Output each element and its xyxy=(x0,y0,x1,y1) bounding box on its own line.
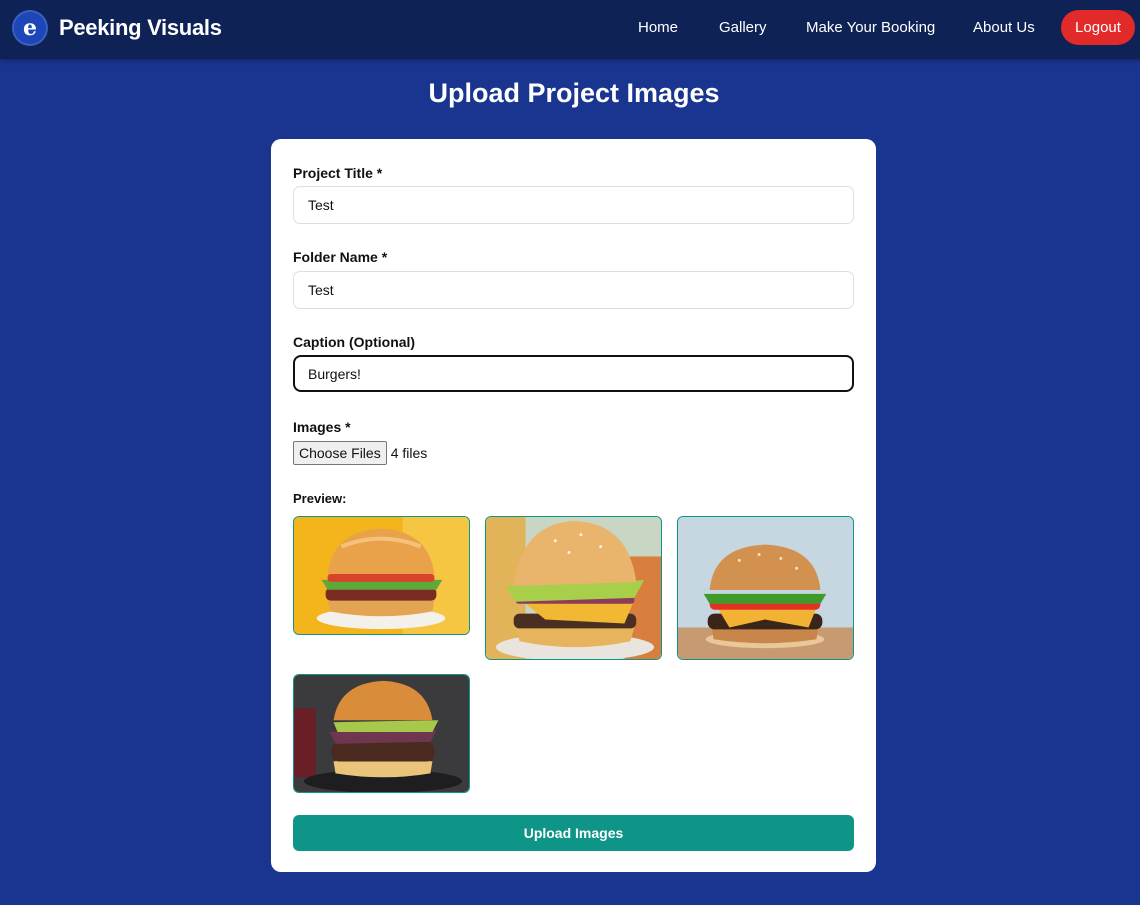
preview-image-4 xyxy=(293,674,470,793)
upload-images-button[interactable]: Upload Images xyxy=(293,815,854,851)
project-title-input[interactable] xyxy=(293,186,854,224)
folder-name-input[interactable] xyxy=(293,271,854,309)
svg-text:e: e xyxy=(23,15,37,41)
brand[interactable]: e Peeking Visuals xyxy=(12,10,222,46)
caption-input[interactable] xyxy=(293,355,854,392)
logout-button[interactable]: Logout xyxy=(1061,10,1135,45)
folder-name-label: Folder Name * xyxy=(293,249,388,265)
nav-about-link[interactable]: About Us xyxy=(973,19,1035,36)
preview-label: Preview: xyxy=(293,491,347,506)
preview-image-3 xyxy=(677,516,854,660)
brand-name: Peeking Visuals xyxy=(59,15,222,40)
file-picker: Choose Files 4 files xyxy=(293,441,427,465)
logo-icon: e xyxy=(12,10,48,46)
project-title-label: Project Title * xyxy=(293,165,383,181)
preview-image-1 xyxy=(293,516,470,635)
nav-home-link[interactable]: Home xyxy=(638,19,678,36)
file-count: 4 files xyxy=(390,445,428,461)
preview-image-2 xyxy=(485,516,662,660)
upload-form-card: Project Title * Folder Name * Caption (O… xyxy=(271,139,876,872)
caption-label: Caption (Optional) xyxy=(293,334,416,350)
choose-files-button[interactable]: Choose Files xyxy=(293,441,387,465)
top-navbar: e Peeking Visuals Home Gallery Make Your… xyxy=(0,0,1140,59)
nav-gallery-link[interactable]: Gallery xyxy=(719,19,767,36)
page-title: Upload Project Images xyxy=(428,78,720,108)
nav-booking-link[interactable]: Make Your Booking xyxy=(806,19,935,36)
images-label: Images * xyxy=(293,419,351,435)
